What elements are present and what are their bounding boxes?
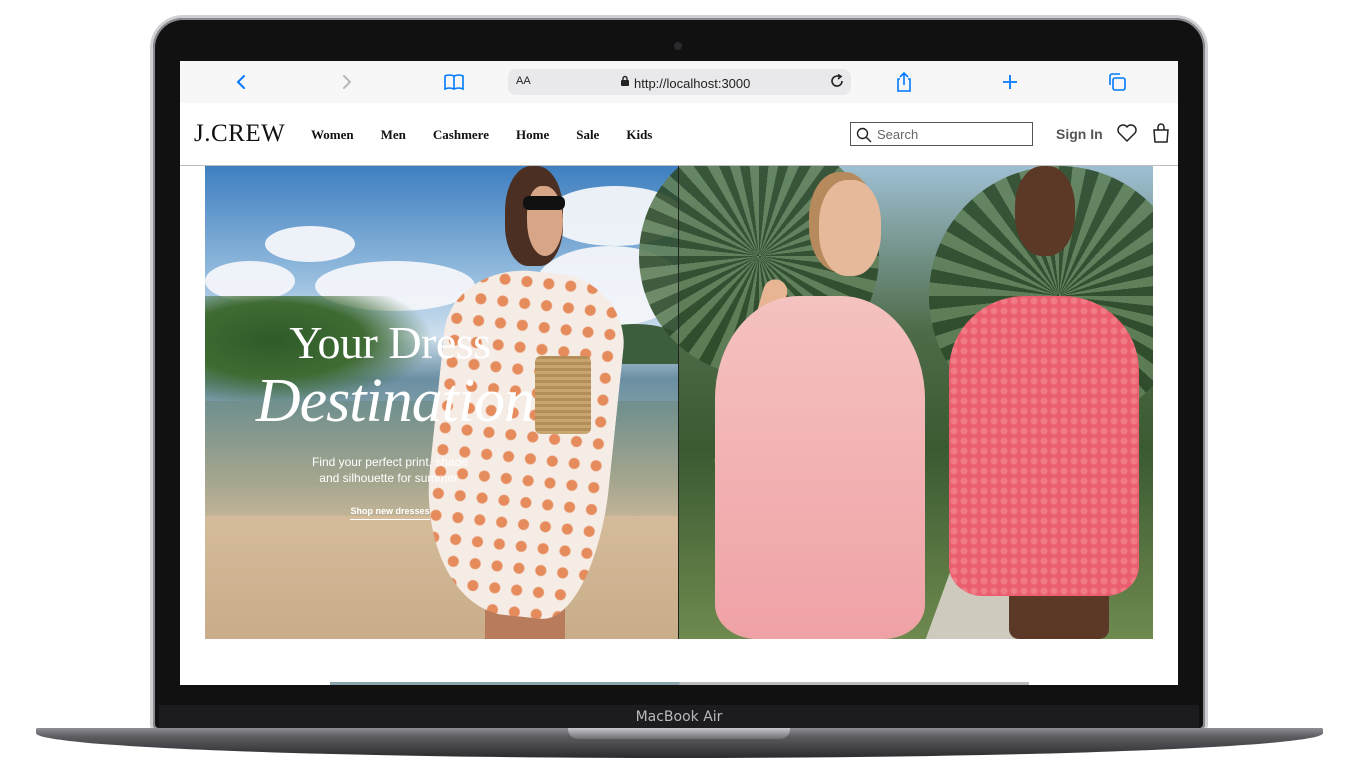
site-header: J.CREW Women Men Cashmere Home Sale Kids… [180, 103, 1178, 166]
book-icon[interactable] [442, 70, 466, 94]
hero-subtitle: Find your perfect print, shade and silho… [205, 454, 575, 486]
next-section-edge [330, 682, 1029, 685]
model-coral-eyelet-dress [949, 296, 1139, 596]
sign-in-link[interactable]: Sign In [1056, 126, 1103, 142]
nav-item-men[interactable]: Men [381, 127, 406, 143]
site-logo[interactable]: J.CREW [194, 120, 285, 148]
url-text[interactable]: http://localhost:3000 [634, 76, 750, 91]
device-label: MacBook Air [635, 709, 723, 725]
camera [674, 42, 682, 50]
reader-aa-button[interactable]: AA [516, 75, 531, 87]
nav-item-women[interactable]: Women [311, 127, 354, 143]
model-face [1015, 166, 1075, 256]
hero-image-garden [639, 166, 1153, 639]
nav-item-kids[interactable]: Kids [626, 127, 652, 143]
nav-item-sale[interactable]: Sale [576, 127, 599, 143]
hero-divider [678, 166, 679, 639]
plus-icon[interactable] [998, 70, 1022, 94]
screen: AA http://localhost:3000 J.CREW Women Me… [180, 61, 1178, 685]
search-box[interactable] [850, 122, 1033, 146]
lock-icon [620, 74, 630, 92]
model-pink-dress [715, 296, 925, 639]
nav-item-home[interactable]: Home [516, 127, 549, 143]
share-icon[interactable] [892, 70, 916, 94]
sunglasses [523, 196, 565, 210]
hero-title-line2: Destination [255, 367, 535, 435]
cloud [265, 226, 355, 262]
search-input[interactable] [877, 125, 1027, 143]
shop-new-dresses-link[interactable]: Shop new dresses [350, 506, 430, 520]
main-nav: Women Men Cashmere Home Sale Kids [311, 127, 679, 143]
laptop-notch [568, 728, 790, 739]
hero-image-beach: Your Dress Destination Find your perfect… [205, 166, 685, 639]
hero-title-line1: Your Dress [289, 317, 491, 368]
reload-icon[interactable] [829, 73, 845, 94]
heart-icon[interactable] [1116, 123, 1138, 148]
hero-subtitle-line1: Find your perfect print, shade [311, 455, 469, 469]
hero-banner[interactable]: Your Dress Destination Find your perfect… [205, 166, 1153, 639]
browser-toolbar: AA http://localhost:3000 [180, 61, 1178, 104]
shopping-bag-icon[interactable] [1152, 122, 1170, 149]
nav-item-cashmere[interactable]: Cashmere [433, 127, 489, 143]
cloud [205, 261, 295, 301]
hero-subtitle-line2: and silhouette for summer. [319, 471, 461, 485]
tabs-icon[interactable] [1105, 70, 1129, 94]
back-chevron-icon[interactable] [229, 70, 253, 94]
bezel-bottom: MacBook Air [159, 705, 1199, 729]
model-face [819, 180, 881, 276]
forward-chevron-icon[interactable] [335, 70, 359, 94]
hero-text: Your Dress Destination Find your perfect… [205, 318, 575, 520]
address-bar[interactable]: AA http://localhost:3000 [508, 69, 851, 95]
search-icon [856, 127, 872, 148]
